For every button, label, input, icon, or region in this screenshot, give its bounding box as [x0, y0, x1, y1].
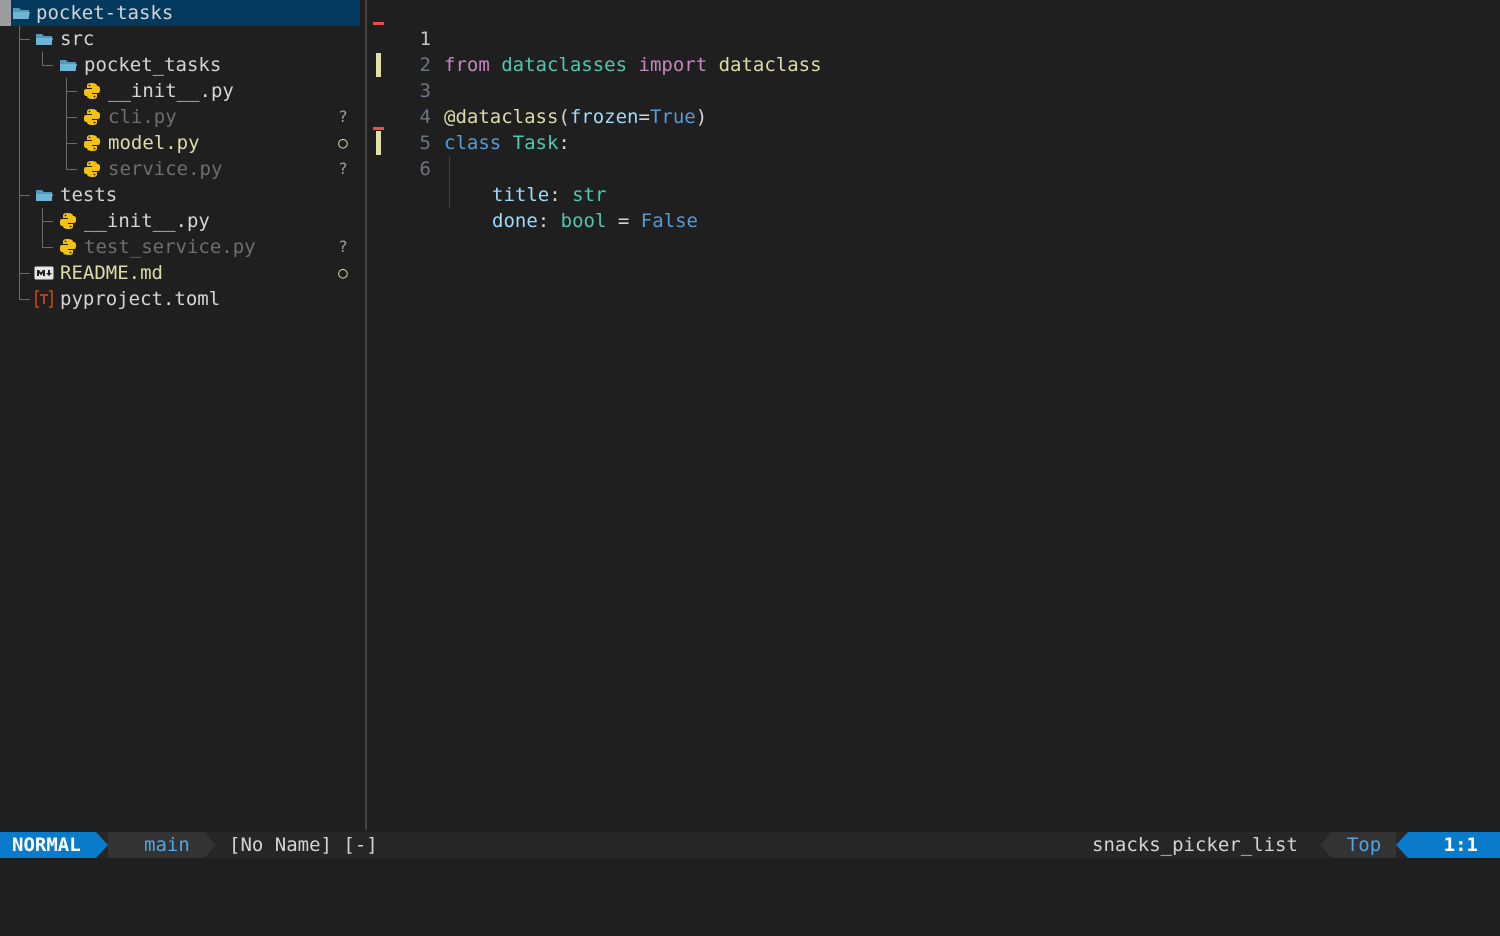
git-status-untracked: ? — [338, 237, 348, 256]
tree-item-service-py[interactable]: service.py ? — [0, 156, 360, 182]
tree-item-label: pyproject.toml — [60, 288, 221, 310]
tree-root-pocket-tasks[interactable]: pocket-tasks — [0, 0, 360, 26]
powerline-separator — [1396, 832, 1408, 858]
python-icon — [82, 130, 102, 156]
code-line[interactable]: 4 class Task: — [367, 78, 1500, 154]
command-line[interactable] — [0, 858, 1500, 885]
code-line[interactable]: 1 from dataclasses import dataclass — [367, 0, 1500, 76]
file-name: [No Name] [-] — [229, 834, 378, 856]
markdown-icon — [34, 260, 54, 286]
cursor-position: 1:1 — [1408, 832, 1500, 858]
code-line[interactable]: 2 — [367, 26, 1500, 76]
git-branch[interactable]: main — [108, 832, 204, 881]
token-punct: : — [537, 210, 550, 232]
token-operator: = — [617, 210, 630, 232]
python-icon — [58, 234, 78, 260]
code-line[interactable]: 3 @dataclass(frozen=True) — [367, 52, 1500, 128]
python-icon — [82, 156, 102, 182]
indent-guide — [449, 182, 450, 208]
tree-item-label: cli.py — [108, 106, 177, 128]
status-line: NORMAL main [No Name] [-] snacks_picker_… — [0, 832, 1500, 882]
tree-item-test-service-py[interactable]: test_service.py ? — [0, 234, 360, 260]
line-number: 6 — [419, 158, 431, 180]
indent-guide — [449, 156, 450, 182]
git-branch-label: main — [144, 834, 190, 856]
code-text: done: bool = False — [492, 208, 698, 234]
powerline-separator — [96, 832, 108, 858]
tree-item-label: model.py — [108, 132, 200, 154]
code-text: title: str — [492, 182, 606, 208]
tree-item-src[interactable]: src — [0, 26, 360, 52]
tree-item-tests[interactable]: tests — [0, 182, 360, 208]
python-icon — [82, 78, 102, 104]
folder-open-icon — [58, 52, 78, 78]
cursor — [0, 0, 11, 26]
tree-item-label: pocket-tasks — [36, 2, 174, 24]
token-field: title — [492, 184, 550, 206]
git-status-untracked: ? — [338, 159, 348, 178]
folder-open-icon — [34, 182, 54, 208]
token-field: done — [492, 210, 538, 232]
git-status-modified: ○ — [338, 133, 348, 152]
tree-item-label: tests — [60, 184, 118, 206]
tree-item-label: __init__.py — [108, 80, 234, 102]
tree-item-pocket-tasks[interactable]: pocket_tasks — [0, 52, 360, 78]
folder-open-icon — [34, 26, 54, 52]
code-line[interactable]: 5 title: str — [367, 104, 1500, 206]
tree-item-label: __init__.py — [84, 210, 210, 232]
tree-item-label: test_service.py — [84, 236, 256, 258]
file-explorer: pocket-tasks src pocket_tasks __init__.p… — [0, 0, 365, 830]
python-icon — [58, 208, 78, 234]
tree-item-label: src — [60, 28, 95, 50]
code-line[interactable]: 6 done: bool = False — [367, 130, 1500, 232]
tree-item-readme-md[interactable]: README.md ○ — [0, 260, 360, 286]
mode-indicator: NORMAL — [0, 832, 96, 858]
token-punct: : — [549, 184, 561, 206]
tree-item-label: README.md — [60, 262, 163, 284]
powerline-separator — [204, 832, 216, 858]
powerline-separator — [1320, 832, 1332, 858]
toml-icon — [34, 286, 54, 312]
tree-item-cli-py[interactable]: cli.py ? — [0, 104, 360, 130]
token-type: bool — [560, 210, 607, 232]
git-status-modified: ○ — [338, 263, 348, 282]
tree-item-init-py[interactable]: __init__.py — [0, 78, 360, 104]
token-type: str — [572, 184, 607, 206]
token-constant: False — [640, 210, 698, 232]
tree-item-model-py[interactable]: model.py ○ — [0, 130, 360, 156]
git-status-untracked: ? — [338, 107, 348, 126]
tree-item-tests-init-py[interactable]: __init__.py — [0, 208, 360, 234]
tree-item-pyproject-toml[interactable]: pyproject.toml — [0, 286, 360, 312]
editor-pane[interactable]: 1 from dataclasses import dataclass 2 3 … — [367, 0, 1500, 830]
scroll-position: Top — [1332, 832, 1396, 858]
folder-open-icon — [11, 0, 31, 26]
python-icon — [82, 104, 102, 130]
filetype-label: snacks_picker_list — [1092, 834, 1298, 856]
tree-item-label: service.py — [108, 158, 223, 180]
tree-item-label: pocket_tasks — [84, 54, 222, 76]
